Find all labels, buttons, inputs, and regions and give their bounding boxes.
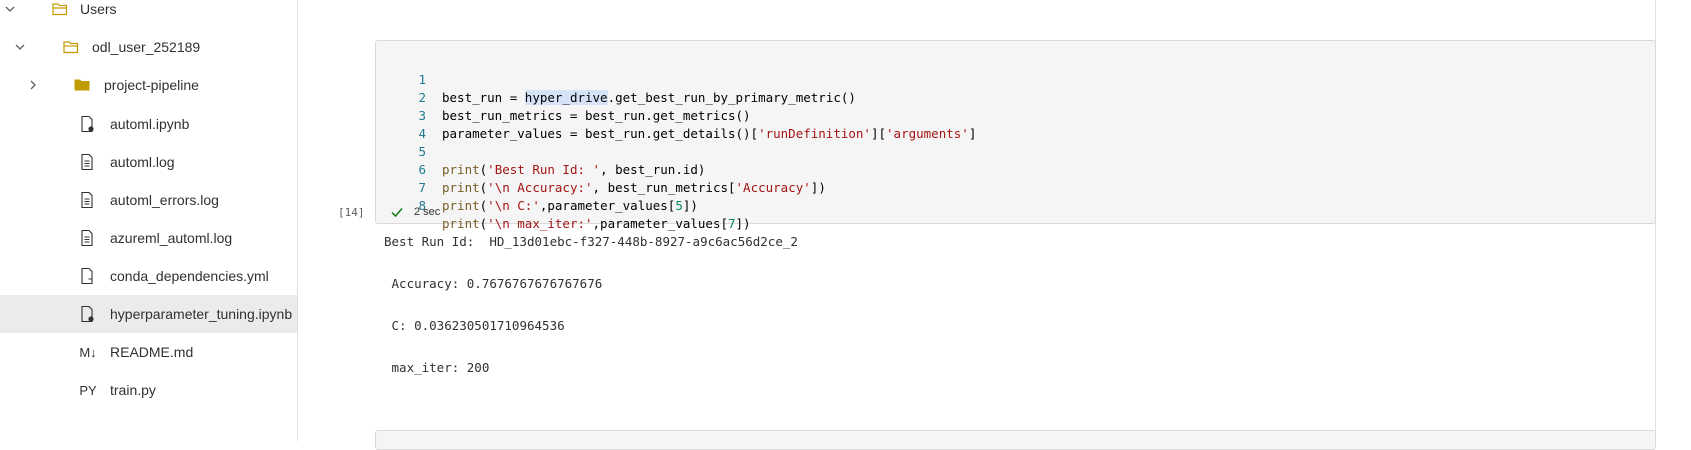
code-line: 7 print('\n C:',parameter_values[5]) bbox=[376, 161, 1655, 213]
tree-item-label: automl.log bbox=[110, 154, 175, 170]
tree-item-label: automl_errors.log bbox=[110, 192, 219, 208]
code-cell[interactable]: 1 best_run = hyper_drive.get_best_run_by… bbox=[375, 40, 1656, 231]
tree-item-label: Users bbox=[80, 1, 117, 17]
tree-item-label: hyperparameter_tuning.ipynb bbox=[110, 306, 293, 322]
text-file-icon bbox=[77, 152, 97, 172]
tree-item-file[interactable]: conda_dependencies.yml bbox=[0, 257, 297, 295]
execution-count: [14] bbox=[338, 206, 365, 219]
code-line: 2 best_run_metrics = best_run.get_metric… bbox=[376, 71, 1655, 123]
text-file-icon bbox=[77, 190, 97, 210]
tree-item-label: azureml_automl.log bbox=[110, 230, 233, 246]
folder-open-icon bbox=[50, 0, 70, 19]
code-line: 5 print('Best Run Id: ', best_run.id) bbox=[376, 125, 1655, 177]
tree-item-user-folder[interactable]: odl_user_252189 bbox=[0, 28, 297, 66]
execution-duration: 2 sec bbox=[414, 206, 441, 218]
notebook-icon bbox=[77, 304, 97, 324]
output-line: max_iter: 200 bbox=[384, 360, 490, 375]
tree-item-file[interactable]: automl_errors.log bbox=[0, 181, 297, 219]
cell-status: 2 sec bbox=[390, 205, 440, 219]
folder-open-icon bbox=[61, 37, 81, 57]
tree-item-label: odl_user_252189 bbox=[92, 39, 201, 55]
tree-item-project-pipeline[interactable]: project-pipeline bbox=[0, 66, 297, 104]
tree-item-label: automl.ipynb bbox=[110, 116, 190, 132]
tree-item-label: train.py bbox=[110, 382, 156, 398]
folder-icon bbox=[72, 75, 92, 95]
tree-item-file[interactable]: azureml_automl.log bbox=[0, 219, 297, 257]
output-line: Best Run Id: HD_13d01ebc-f327-448b-8927-… bbox=[384, 234, 798, 249]
markdown-icon: M↓ bbox=[79, 344, 97, 360]
yml-file-icon bbox=[77, 266, 97, 286]
tree-item-label: conda_dependencies.yml bbox=[110, 268, 269, 284]
checkmark-icon bbox=[391, 208, 403, 218]
tree-item-file[interactable]: automl.ipynb bbox=[0, 105, 297, 143]
code-line: 4 bbox=[376, 107, 1655, 141]
tree-item-file[interactable]: M↓ README.md bbox=[0, 333, 297, 371]
tree-item-file-selected[interactable]: hyperparameter_tuning.ipynb bbox=[0, 295, 297, 333]
next-code-cell[interactable] bbox=[375, 430, 1656, 450]
code-text[interactable]: print('\n C:',parameter_values[5]) bbox=[442, 197, 698, 215]
tree-item-file[interactable]: automl.log bbox=[0, 143, 297, 181]
code-line: 8 print('\n max_iter:',parameter_values[… bbox=[376, 179, 1655, 231]
output-line: C: 0.036230501710964536 bbox=[384, 318, 565, 333]
output-line: Accuracy: 0.7676767676767676 bbox=[384, 276, 603, 291]
file-explorer: Users odl_user_252189 project-pipeline a… bbox=[0, 0, 298, 441]
tree-item-file[interactable]: PY train.py bbox=[0, 371, 297, 409]
code-line: 6 print('\n Accuracy:', best_run_metrics… bbox=[376, 143, 1655, 195]
notebook-icon bbox=[77, 114, 97, 134]
code-line: 1 best_run = hyper_drive.get_best_run_by… bbox=[376, 53, 1655, 105]
tree-item-label: project-pipeline bbox=[104, 77, 199, 93]
code-text[interactable]: print('\n max_iter:',parameter_values[7]… bbox=[442, 215, 751, 233]
tree-item-users[interactable]: Users bbox=[0, 0, 297, 28]
text-file-icon bbox=[77, 228, 97, 248]
tree-item-label: README.md bbox=[110, 344, 194, 360]
chevron-right-icon[interactable] bbox=[26, 78, 40, 92]
code-line: 3 parameter_values = best_run.get_detail… bbox=[376, 89, 1655, 141]
python-file-icon: PY bbox=[79, 382, 97, 398]
chevron-down-icon[interactable] bbox=[3, 2, 17, 16]
chevron-down-icon[interactable] bbox=[13, 40, 27, 54]
